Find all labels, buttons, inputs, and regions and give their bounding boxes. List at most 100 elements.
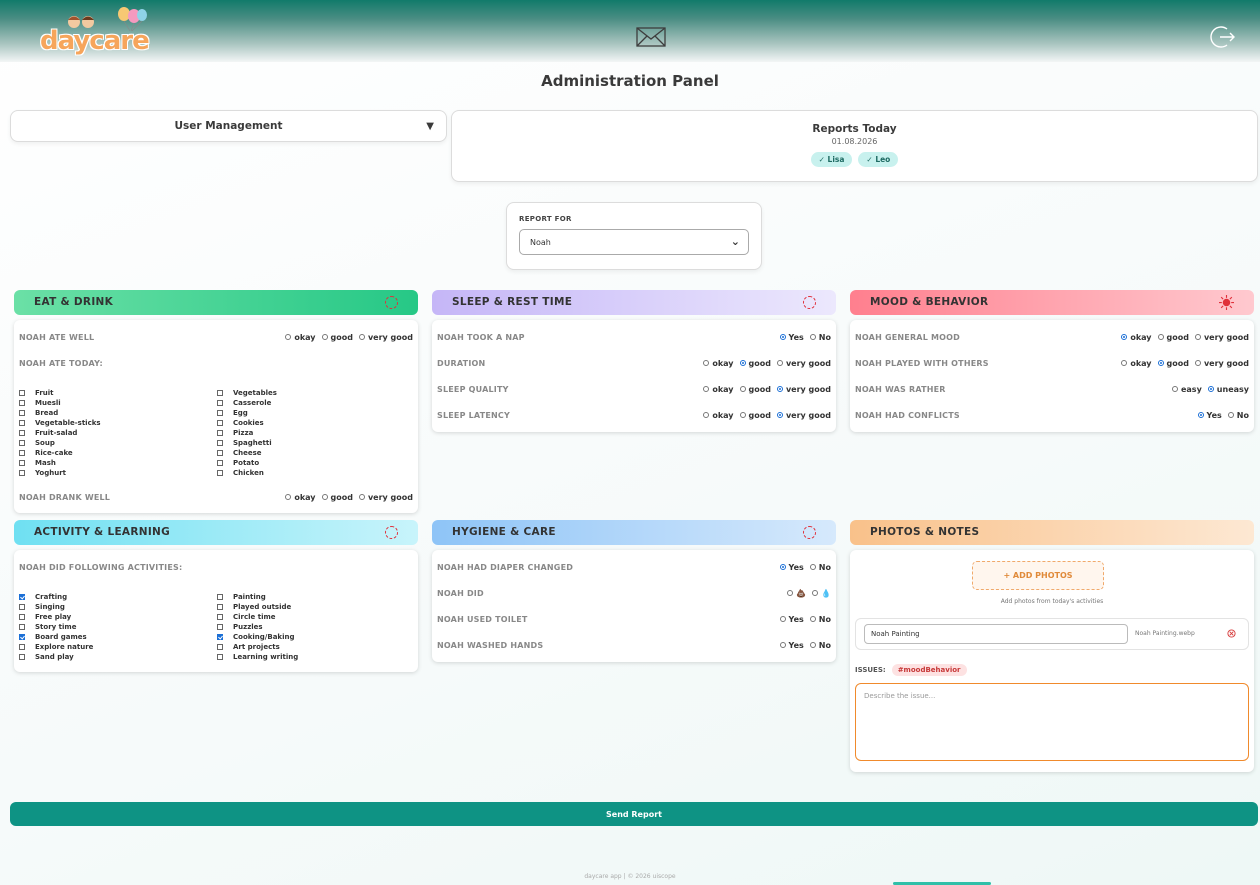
checkbox-item[interactable]: Pizza [217, 428, 415, 438]
radio-button[interactable] [779, 564, 786, 570]
checkbox[interactable] [19, 604, 25, 610]
radio-button[interactable] [779, 642, 786, 648]
radio-option-good[interactable]: good [739, 359, 771, 368]
checkbox-item[interactable]: Muesli [19, 398, 217, 408]
checkbox-item[interactable]: Singing [19, 602, 217, 612]
report-badge-lisa[interactable]: ✓ Lisa [810, 152, 853, 167]
radio-button[interactable] [779, 616, 786, 622]
checkbox[interactable] [217, 400, 223, 406]
daycare-logo[interactable]: daycare [40, 6, 158, 58]
radio-option-good[interactable]: good [739, 411, 771, 420]
radio-button[interactable] [285, 494, 292, 500]
radio-option-no[interactable]: No [1227, 411, 1249, 420]
checkbox[interactable] [217, 604, 223, 610]
checkbox[interactable] [19, 420, 25, 426]
checkbox[interactable] [217, 634, 223, 640]
checkbox[interactable] [19, 390, 25, 396]
radio-button[interactable] [1194, 334, 1201, 340]
checkbox[interactable] [19, 400, 25, 406]
radio-button[interactable] [1171, 386, 1178, 392]
send-report-button[interactable]: Send Report [10, 802, 1258, 826]
radio-button[interactable] [809, 642, 816, 648]
radio-button[interactable] [739, 412, 746, 418]
child-select[interactable]: Noah ⌄ [519, 229, 749, 255]
checkbox-item[interactable]: Fruit [19, 388, 217, 398]
radio-option-no[interactable]: No [809, 333, 831, 342]
radio-button[interactable] [321, 334, 328, 340]
checkbox[interactable] [217, 420, 223, 426]
radio-option-no[interactable]: No [809, 563, 831, 572]
radio-option-no[interactable]: No [809, 641, 831, 650]
checkbox-item[interactable]: Potato [217, 458, 415, 468]
radio-option-very-good[interactable]: very good [776, 385, 831, 394]
checkbox[interactable] [19, 460, 25, 466]
radio-button[interactable] [809, 564, 816, 570]
checkbox[interactable] [19, 644, 25, 650]
add-photos-button[interactable]: + ADD PHOTOS [972, 561, 1104, 590]
radio-option-easy[interactable]: easy [1171, 385, 1202, 394]
radio-option-good[interactable]: good [1157, 359, 1189, 368]
radio-option-very-good[interactable]: very good [1194, 359, 1249, 368]
checkbox-item[interactable]: Spaghetti [217, 438, 415, 448]
radio-button[interactable] [1157, 334, 1164, 340]
checkbox-item[interactable]: Sand play [19, 652, 217, 662]
checkbox-item[interactable]: Played outside [217, 602, 415, 612]
radio-button[interactable] [812, 590, 819, 596]
checkbox[interactable] [19, 624, 25, 630]
radio-option-uneasy[interactable]: uneasy [1207, 385, 1249, 394]
radio-option-yes[interactable]: Yes [779, 563, 804, 572]
radio-option-okay[interactable]: okay [1121, 359, 1152, 368]
checkbox[interactable] [217, 594, 223, 600]
radio-button[interactable] [1121, 334, 1128, 340]
checkbox[interactable] [217, 460, 223, 466]
radio-option-okay[interactable]: okay [1121, 333, 1152, 342]
radio-option-yes[interactable]: Yes [779, 333, 804, 342]
radio-button[interactable] [1121, 360, 1128, 366]
hygiene-header[interactable]: HYGIENE & CARE [432, 520, 836, 545]
checkbox-item[interactable]: Bread [19, 408, 217, 418]
checkbox[interactable] [19, 654, 25, 660]
photo-caption-input[interactable]: Noah Painting [864, 624, 1128, 644]
checkbox[interactable] [19, 440, 25, 446]
checkbox[interactable] [19, 594, 25, 600]
radio-button[interactable] [776, 360, 783, 366]
checkbox-item[interactable]: Rice-cake [19, 448, 217, 458]
radio-button[interactable] [1194, 360, 1201, 366]
radio-button[interactable] [703, 412, 710, 418]
radio-button[interactable] [1227, 412, 1234, 418]
radio-button[interactable] [809, 616, 816, 622]
remove-photo-icon[interactable] [1227, 629, 1236, 638]
radio-option-opt[interactable]: 💧 [812, 589, 831, 598]
radio-button[interactable] [703, 386, 710, 392]
radio-option-very-good[interactable]: very good [358, 333, 413, 342]
mail-icon[interactable] [636, 26, 666, 48]
sleep-header[interactable]: SLEEP & REST TIME [432, 290, 836, 315]
logout-icon[interactable] [1210, 24, 1236, 50]
checkbox[interactable] [19, 614, 25, 620]
checkbox-item[interactable]: Chicken [217, 468, 415, 478]
radio-option-good[interactable]: good [321, 493, 353, 502]
photos-header[interactable]: PHOTOS & NOTES [850, 520, 1254, 545]
radio-button[interactable] [358, 334, 365, 340]
checkbox[interactable] [217, 614, 223, 620]
checkbox-item[interactable]: Casserole [217, 398, 415, 408]
radio-option-okay[interactable]: okay [703, 359, 734, 368]
checkbox[interactable] [217, 654, 223, 660]
checkbox[interactable] [19, 450, 25, 456]
radio-button[interactable] [776, 386, 783, 392]
checkbox-item[interactable]: Vegetable-sticks [19, 418, 217, 428]
checkbox[interactable] [217, 390, 223, 396]
radio-button[interactable] [739, 386, 746, 392]
radio-option-good[interactable]: good [1157, 333, 1189, 342]
checkbox[interactable] [19, 430, 25, 436]
radio-option-okay[interactable]: okay [703, 385, 734, 394]
radio-option-yes[interactable]: Yes [779, 615, 804, 624]
checkbox-item[interactable]: Free play [19, 612, 217, 622]
checkbox-item[interactable]: Mash [19, 458, 217, 468]
radio-button[interactable] [1207, 386, 1214, 392]
checkbox-item[interactable]: Painting [217, 592, 415, 602]
radio-button[interactable] [787, 590, 794, 596]
radio-option-okay[interactable]: okay [285, 333, 316, 342]
radio-button[interactable] [703, 360, 710, 366]
radio-option-okay[interactable]: okay [285, 493, 316, 502]
